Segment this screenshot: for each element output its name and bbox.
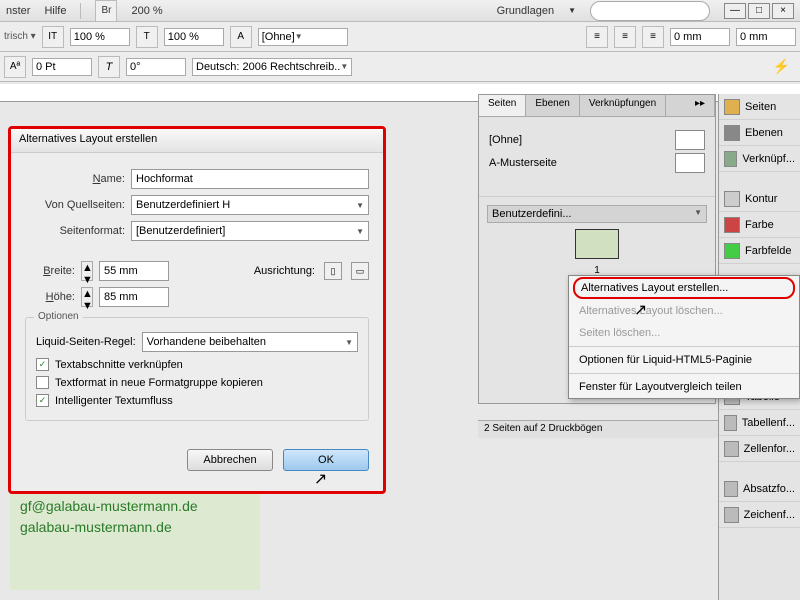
format-select[interactable]: [Benutzerdefiniert]▼ bbox=[131, 221, 369, 241]
workspace-select[interactable]: Grundlagen bbox=[497, 5, 555, 17]
liquid-select[interactable]: Vorhandene beibehalten▼ bbox=[142, 332, 358, 352]
charstyle-icon bbox=[724, 507, 739, 523]
text-toolbar: trisch ▾ IT T A [Ohne]▼ ≡ ≡ ≡ bbox=[0, 22, 800, 52]
height-input[interactable] bbox=[99, 287, 169, 307]
tablestyle-icon bbox=[724, 415, 737, 431]
width-input[interactable] bbox=[99, 261, 169, 281]
char-style-select[interactable]: [Ohne]▼ bbox=[258, 28, 348, 46]
master-none[interactable]: [Ohne] bbox=[489, 134, 522, 146]
cancel-button[interactable]: Abbrechen bbox=[187, 449, 273, 471]
layers-icon bbox=[724, 125, 740, 141]
tab-pages[interactable]: Seiten bbox=[479, 95, 526, 116]
text-tool-icon[interactable]: IT bbox=[42, 26, 64, 48]
ctx-split-window[interactable]: Fenster für Layoutvergleich teilen bbox=[569, 376, 799, 398]
width-label: Breite: bbox=[25, 265, 75, 277]
language-select[interactable]: Deutsch: 2006 Rechtschreib..▼ bbox=[192, 58, 352, 76]
source-label: Von Quellseiten: bbox=[25, 199, 125, 211]
color-icon bbox=[724, 217, 740, 233]
copy-styles-checkbox[interactable] bbox=[36, 376, 49, 389]
dock-tablestyles[interactable]: Tabellenf... bbox=[719, 410, 800, 436]
chk-label: Intelligenter Textumfluss bbox=[55, 395, 173, 407]
ctx-liquid-options[interactable]: Optionen für Liquid-HTML5-Paginie bbox=[569, 349, 799, 371]
email-text: gf@galabau-mustermann.de bbox=[20, 498, 250, 514]
ctx-delete-alt-layout: Alternatives Layout löschen... bbox=[569, 300, 799, 322]
height-spinner[interactable]: ▲▼ bbox=[81, 287, 93, 307]
parastyle-icon bbox=[724, 481, 738, 497]
align-left-icon[interactable]: ≡ bbox=[586, 26, 608, 48]
scale-v-input[interactable] bbox=[164, 28, 224, 46]
panel-status: 2 Seiten auf 2 Druckbögen bbox=[478, 420, 718, 438]
master-a[interactable]: A-Musterseite bbox=[489, 157, 557, 169]
link-text-checkbox[interactable]: ✓ bbox=[36, 358, 49, 371]
options-group-title: Optionen bbox=[34, 311, 83, 322]
maximize-button[interactable]: □ bbox=[748, 3, 770, 19]
menubar: nster Hilfe Br 200 % Grundlagen ▼ — □ × bbox=[0, 0, 800, 22]
dock-stroke[interactable]: Kontur bbox=[719, 186, 800, 212]
dock-swatches[interactable]: Farbfelde bbox=[719, 238, 800, 264]
dock-layers[interactable]: Ebenen bbox=[719, 120, 800, 146]
bridge-button[interactable]: Br bbox=[95, 0, 117, 22]
menu-item[interactable]: nster bbox=[6, 5, 30, 17]
panel-menu-icon[interactable]: ▸▸ bbox=[686, 95, 715, 116]
tab-layers[interactable]: Ebenen bbox=[526, 95, 579, 116]
web-text: galabau-mustermann.de bbox=[20, 519, 250, 535]
swatches-icon bbox=[724, 243, 740, 259]
format-label: Seitenformat: bbox=[25, 225, 125, 237]
dock-cellstyles[interactable]: Zellenfor... bbox=[719, 436, 800, 462]
pages-icon bbox=[724, 99, 740, 115]
char-icon: A bbox=[230, 26, 252, 48]
dock-charstyles[interactable]: Zeichenf... bbox=[719, 502, 800, 528]
type-icon: T bbox=[136, 26, 158, 48]
search-input[interactable] bbox=[590, 1, 710, 21]
ctx-create-alt-layout[interactable]: Alternatives Layout erstellen... bbox=[573, 277, 795, 299]
cellstyle-icon bbox=[724, 441, 739, 457]
tab-links[interactable]: Verknüpfungen bbox=[580, 95, 666, 116]
ctx-delete-pages: Seiten löschen... bbox=[569, 322, 799, 344]
menu-item[interactable]: Hilfe bbox=[44, 5, 66, 17]
skew-icon: T bbox=[98, 56, 120, 78]
smart-reflow-checkbox[interactable]: ✓ bbox=[36, 394, 49, 407]
align-right-icon[interactable]: ≡ bbox=[642, 26, 664, 48]
skew-input[interactable] bbox=[126, 58, 186, 76]
portrait-button[interactable]: ▯ bbox=[324, 262, 342, 280]
create-alt-layout-dialog: Alternatives Layout erstellen Name: Von … bbox=[8, 126, 386, 494]
liquid-label: Liquid-Seiten-Regel: bbox=[36, 336, 136, 348]
dock-color[interactable]: Farbe bbox=[719, 212, 800, 238]
dock-pages[interactable]: Seiten bbox=[719, 94, 800, 120]
margin-input[interactable] bbox=[736, 28, 796, 46]
layout-header[interactable]: Benutzerdefini...▼ bbox=[487, 205, 707, 223]
zoom-value[interactable]: 200 % bbox=[131, 5, 162, 17]
page-1-thumb[interactable] bbox=[575, 229, 619, 259]
layout-context-menu: Alternatives Layout erstellen... Alterna… bbox=[568, 275, 800, 399]
scale-h-input[interactable] bbox=[70, 28, 130, 46]
dialog-title: Alternatives Layout erstellen bbox=[11, 129, 383, 153]
baseline-input[interactable] bbox=[32, 58, 92, 76]
orientation-label: Ausrichtung: bbox=[254, 265, 315, 277]
text-toolbar-2: Aª T Deutsch: 2006 Rechtschreib..▼ ⚡ bbox=[0, 52, 800, 82]
dock-links[interactable]: Verknüpf... bbox=[719, 146, 800, 172]
bolt-icon: ⚡ bbox=[773, 58, 790, 75]
landscape-button[interactable]: ▭ bbox=[351, 262, 369, 280]
page-thumb[interactable] bbox=[675, 130, 705, 150]
chk-label: Textabschnitte verknüpfen bbox=[55, 359, 183, 371]
name-input[interactable] bbox=[131, 169, 369, 189]
page-thumb[interactable] bbox=[675, 153, 705, 173]
width-spinner[interactable]: ▲▼ bbox=[81, 261, 93, 281]
stroke-icon bbox=[724, 191, 740, 207]
dock-parastyles[interactable]: Absatzfo... bbox=[719, 476, 800, 502]
close-button[interactable]: × bbox=[772, 3, 794, 19]
source-select[interactable]: Benutzerdefiniert H▼ bbox=[131, 195, 369, 215]
minimize-button[interactable]: — bbox=[724, 3, 746, 19]
baseline-icon: Aª bbox=[4, 56, 26, 78]
align-center-icon[interactable]: ≡ bbox=[614, 26, 636, 48]
name-label: Name: bbox=[25, 173, 125, 185]
chk-label: Textformat in neue Formatgruppe kopieren bbox=[55, 377, 263, 389]
links-icon bbox=[724, 151, 737, 167]
margin-input[interactable] bbox=[670, 28, 730, 46]
ok-button[interactable]: OK bbox=[283, 449, 369, 471]
height-label: Höhe: bbox=[25, 291, 75, 303]
